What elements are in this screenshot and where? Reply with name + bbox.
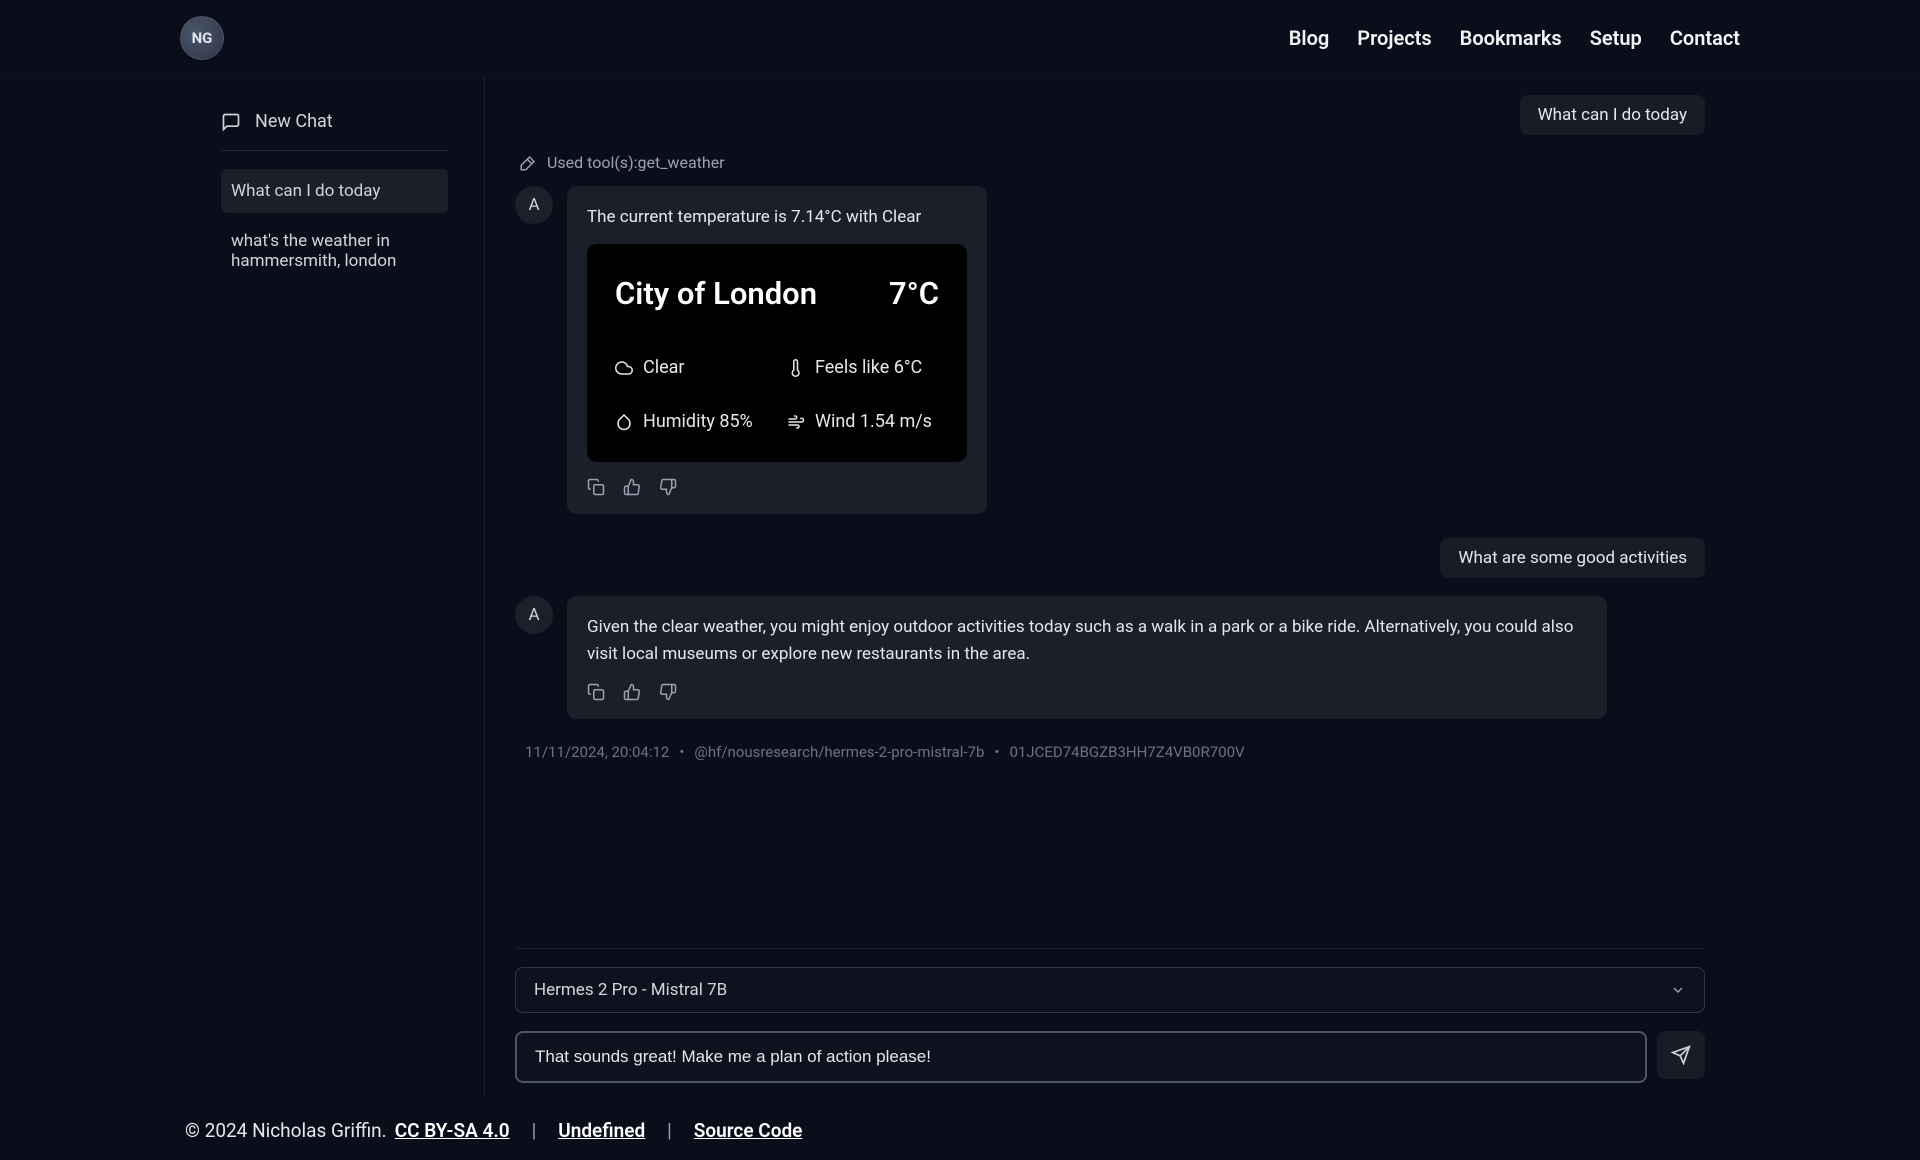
weather-card: City of London 7°C Clear (587, 244, 967, 462)
assistant-message: A Given the clear weather, you might enj… (515, 596, 1705, 719)
weather-feels-like-text: Feels like 6°C (815, 354, 922, 382)
weather-city: City of London (615, 270, 817, 318)
logo[interactable]: NG (180, 16, 224, 60)
copy-button[interactable] (587, 683, 605, 701)
weather-temp: 7°C (889, 270, 939, 318)
footer-separator: | (532, 1119, 537, 1142)
assistant-text: Given the clear weather, you might enjoy… (587, 614, 1587, 667)
input-row (515, 1031, 1705, 1083)
cloud-icon (615, 359, 633, 377)
nav-setup[interactable]: Setup (1590, 26, 1642, 50)
send-icon (1671, 1045, 1691, 1065)
droplet-icon (615, 413, 633, 431)
nav-bookmarks[interactable]: Bookmarks (1460, 26, 1562, 50)
assistant-message: A The current temperature is 7.14°C with… (515, 186, 1705, 514)
assistant-avatar: A (515, 186, 553, 224)
footer-copyright: © 2024 Nicholas Griffin. (185, 1119, 387, 1142)
message-meta: 11/11/2024, 20:04:12 • @hf/nousresearch/… (525, 743, 1705, 761)
thumbs-down-button[interactable] (659, 683, 677, 701)
send-button[interactable] (1657, 1031, 1705, 1079)
weather-condition-text: Clear (643, 354, 685, 382)
message-actions (587, 683, 1587, 701)
thumbs-up-button[interactable] (623, 478, 641, 496)
avatar-label: A (528, 195, 539, 215)
chat-icon (221, 112, 241, 132)
sidebar-item-0[interactable]: What can I do today (221, 169, 448, 213)
thumbs-down-button[interactable] (659, 478, 677, 496)
user-message: What can I do today (515, 95, 1705, 135)
sidebar: New Chat What can I do today what's the … (185, 77, 485, 1097)
weather-feels-like: Feels like 6°C (787, 354, 939, 382)
model-label: Hermes 2 Pro - Mistral 7B (534, 980, 727, 1000)
footer-license-link[interactable]: CC BY-SA 4.0 (395, 1119, 510, 1142)
tool-use-text: Used tool(s):get_weather (547, 153, 725, 172)
assistant-bubble: Given the clear weather, you might enjoy… (567, 596, 1607, 719)
footer: © 2024 Nicholas Griffin. CC BY-SA 4.0 | … (0, 1101, 1920, 1160)
weather-stats: Clear Feels like 6°C (615, 354, 939, 436)
sidebar-item-1[interactable]: what's the weather in hammersmith, londo… (221, 219, 448, 283)
message-actions (587, 478, 967, 496)
message-input[interactable] (515, 1031, 1647, 1083)
thermometer-icon (787, 359, 805, 377)
thumbs-up-button[interactable] (623, 683, 641, 701)
header: NG Blog Projects Bookmarks Setup Contact (0, 0, 1920, 77)
meta-timestamp: 11/11/2024, 20:04:12 (525, 743, 669, 761)
weather-condition: Clear (615, 354, 767, 382)
user-message: What are some good activities (515, 538, 1705, 578)
messages: What can I do today Used tool(s):get_wea… (515, 95, 1705, 948)
meta-model: @hf/nousresearch/hermes-2-pro-mistral-7b (694, 743, 984, 761)
main: New Chat What can I do today what's the … (0, 77, 1920, 1097)
nav-contact[interactable]: Contact (1670, 26, 1740, 50)
chevron-down-icon (1670, 982, 1686, 998)
nav: Blog Projects Bookmarks Setup Contact (1289, 26, 1740, 50)
weather-humidity-text: Humidity 85% (643, 408, 753, 436)
tool-use-label: Used tool(s):get_weather (519, 153, 1705, 172)
assistant-bubble: The current temperature is 7.14°C with C… (567, 186, 987, 514)
avatar-label: A (528, 605, 539, 625)
assistant-avatar: A (515, 596, 553, 634)
weather-humidity: Humidity 85% (615, 408, 767, 436)
wind-icon (787, 413, 805, 431)
logo-text: NG (192, 29, 213, 47)
weather-wind-text: Wind 1.54 m/s (815, 408, 932, 436)
meta-separator: • (994, 743, 999, 761)
new-chat-button[interactable]: New Chat (221, 101, 448, 151)
nav-blog[interactable]: Blog (1289, 26, 1330, 50)
footer-undefined-link[interactable]: Undefined (558, 1119, 645, 1142)
meta-separator: • (679, 743, 684, 761)
footer-separator: | (667, 1119, 672, 1142)
input-area: Hermes 2 Pro - Mistral 7B (515, 948, 1705, 1097)
meta-id: 01JCED74BGZB3HH7Z4VB0R700V (1009, 743, 1244, 761)
user-bubble: What are some good activities (1440, 538, 1705, 578)
chat-area: What can I do today Used tool(s):get_wea… (485, 77, 1735, 1097)
assistant-text: The current temperature is 7.14°C with C… (587, 204, 967, 230)
nav-projects[interactable]: Projects (1357, 26, 1431, 50)
sidebar-item-label: What can I do today (231, 181, 380, 201)
weather-header: City of London 7°C (615, 270, 939, 318)
new-chat-label: New Chat (255, 111, 333, 132)
footer-source-link[interactable]: Source Code (694, 1119, 803, 1142)
hammer-icon (519, 154, 537, 172)
copy-button[interactable] (587, 478, 605, 496)
weather-wind: Wind 1.54 m/s (787, 408, 939, 436)
sidebar-item-label: what's the weather in hammersmith, londo… (231, 231, 396, 271)
user-bubble: What can I do today (1520, 95, 1705, 135)
model-select[interactable]: Hermes 2 Pro - Mistral 7B (515, 967, 1705, 1013)
